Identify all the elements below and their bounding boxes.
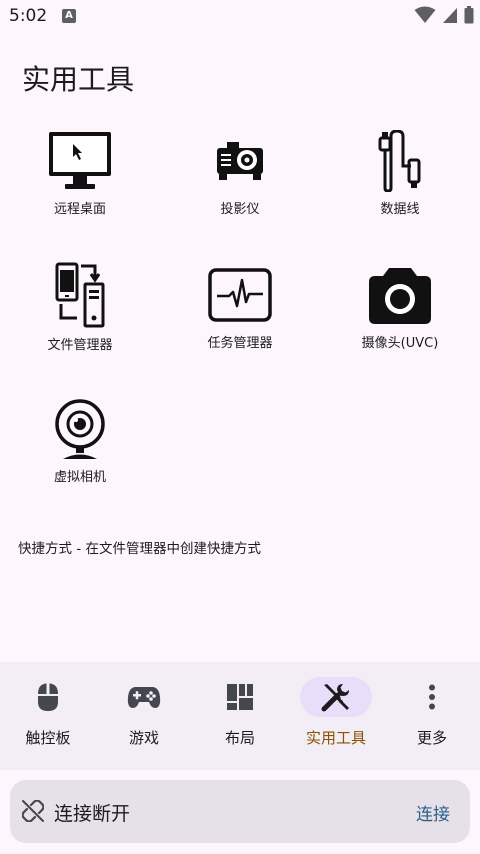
status-bar: 5:02 A [0, 0, 480, 32]
tool-projector[interactable]: 投影仪 [160, 130, 320, 217]
webcam-icon [55, 399, 105, 459]
tool-label: 摄像头(UVC) [361, 336, 439, 351]
more-vert-icon [429, 684, 435, 710]
nav-item-more[interactable]: 更多 [384, 662, 480, 770]
nav-item-touchpad[interactable]: 触控板 [0, 662, 96, 770]
file-transfer-icon [55, 262, 105, 328]
tool-task-manager[interactable]: 任务管理器 [160, 264, 320, 351]
page-title: 实用工具 [22, 63, 135, 96]
tool-label: 投影仪 [220, 202, 260, 217]
tools-icon [321, 684, 349, 712]
monitor-icon [49, 132, 111, 189]
connection-status: 连接断开 [54, 803, 131, 825]
tool-file-manager[interactable]: 文件管理器 [0, 262, 160, 353]
tool-label: 文件管理器 [47, 338, 113, 353]
link-off-icon [22, 800, 44, 822]
layout-icon [227, 684, 253, 710]
usb-cable-icon [378, 130, 421, 192]
tool-data-cable[interactable]: 数据线 [320, 130, 480, 217]
nav-label: 实用工具 [305, 729, 366, 747]
nav-item-layout[interactable]: 布局 [192, 662, 288, 770]
tool-label: 任务管理器 [207, 336, 273, 351]
wifi-icon [414, 6, 436, 23]
battery-icon [464, 6, 474, 24]
bottom-navigation: 触控板 游戏 布局 实用工具 更多 [0, 662, 480, 770]
status-icons [414, 6, 474, 24]
connect-button[interactable]: 连接 [416, 800, 450, 825]
cellular-signal-icon [443, 8, 457, 23]
notification-badge: A [62, 9, 76, 23]
projector-icon [217, 142, 263, 180]
nav-label: 布局 [224, 729, 255, 747]
nav-item-game[interactable]: 游戏 [96, 662, 192, 770]
camera-icon [369, 268, 431, 324]
tool-virtual-camera[interactable]: 虚拟相机 [0, 398, 160, 485]
shortcut-hint: 快捷方式 - 在文件管理器中创建快捷方式 [18, 541, 261, 557]
nav-label: 游戏 [128, 729, 159, 747]
tool-label: 虚拟相机 [53, 470, 106, 485]
nav-label: 更多 [416, 729, 447, 747]
tool-camera-uvc[interactable]: 摄像头(UVC) [320, 264, 480, 351]
tool-remote-desktop[interactable]: 远程桌面 [0, 130, 160, 217]
connection-bar: 连接断开 连接 [10, 780, 470, 843]
nav-label: 触控板 [25, 729, 71, 747]
tool-label: 远程桌面 [53, 202, 106, 217]
status-time: 5:02 [9, 6, 48, 26]
activity-monitor-icon [208, 268, 272, 322]
gamepad-icon [127, 687, 161, 708]
nav-item-tools[interactable]: 实用工具 [288, 662, 384, 770]
mouse-icon [38, 683, 58, 711]
tool-label: 数据线 [380, 202, 420, 217]
